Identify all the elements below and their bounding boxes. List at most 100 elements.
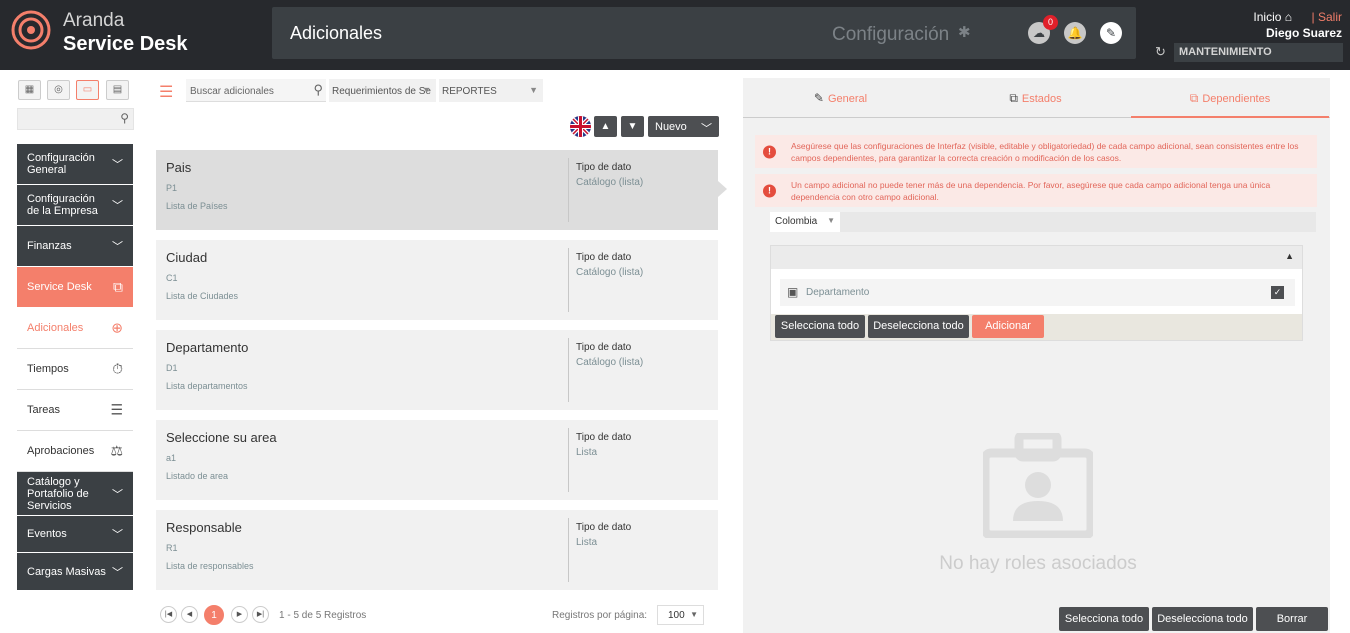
config-link[interactable]: Configuración xyxy=(832,24,949,46)
list-item[interactable]: Departamento D1 Lista departamentos Tipo… xyxy=(156,330,718,410)
top-bar: Aranda Service Desk Adicionales Configur… xyxy=(0,0,1350,70)
country-value: Colombia xyxy=(775,216,818,227)
magic-wand-icon[interactable]: ✎ xyxy=(1100,22,1122,44)
item-name: Responsable xyxy=(166,520,242,535)
sidebar-item-label: Eventos xyxy=(27,528,67,540)
search-input[interactable]: Buscar adicionales xyxy=(190,86,274,97)
caret-down-icon: ▼ xyxy=(422,85,431,95)
sidebar-item-cargas-masivas[interactable]: Cargas Masivas ﹀ xyxy=(17,553,133,591)
sidebar-item-label: Tiempos xyxy=(27,363,69,375)
delete-button[interactable]: Borrar xyxy=(1256,607,1328,631)
sidebar-item-configuracion-general[interactable]: Configuración General ﹀ xyxy=(17,144,133,185)
user-search-icon[interactable]: ◎ xyxy=(47,80,70,100)
item-name: Departamento xyxy=(166,340,249,355)
aranda-logo-icon xyxy=(11,10,51,50)
salir-link[interactable]: | Salir xyxy=(1312,10,1342,24)
caret-up-icon[interactable]: ▲ xyxy=(1285,251,1294,261)
tab-general[interactable]: ✎ General xyxy=(743,78,938,118)
per-page-label: Registros por página: xyxy=(552,610,648,621)
server-icon[interactable]: ▤ xyxy=(106,80,129,100)
notification-badge: 0 xyxy=(1043,15,1058,30)
sidebar-search[interactable]: ⚲ xyxy=(17,108,134,130)
list-item[interactable]: Ciudad C1 Lista de Ciudades Tipo de dato… xyxy=(156,240,718,320)
item-code: D1 xyxy=(166,363,178,373)
item-code: a1 xyxy=(166,453,177,463)
list-item[interactable]: Seleccione su area a1 Listado de area Ti… xyxy=(156,420,718,500)
uk-flag-icon[interactable] xyxy=(570,116,591,137)
sidebar-item-label: Cargas Masivas xyxy=(27,565,106,578)
sidebar-item-aprobaciones[interactable]: Aprobaciones ⚖ xyxy=(17,431,133,472)
edit-icon: ✎ xyxy=(813,91,824,105)
divider xyxy=(568,248,569,312)
tab-estados[interactable]: ⧉ Estados xyxy=(938,78,1133,118)
detail-tabs: ✎ General ⧉ Estados ⧉ Dependientes xyxy=(743,78,1330,118)
selected-arrow xyxy=(718,181,727,197)
panel-footer: Selecciona todo Deselecciona todo Adicio… xyxy=(771,314,1302,340)
dependency-panel: ▲ ▣ Departamento ✓ Selecciona todo Desel… xyxy=(770,245,1303,341)
deselect-all-button[interactable]: Deselecciona todo xyxy=(1152,607,1253,631)
gear-icon[interactable]: ✱ xyxy=(958,23,971,41)
sidebar-item-eventos[interactable]: Eventos ﹀ xyxy=(17,516,133,553)
refresh-icon[interactable]: ↻ xyxy=(1155,44,1166,60)
sidebar-item-label: Finanzas xyxy=(27,240,72,252)
caret-down-icon: ▼ xyxy=(827,216,835,225)
filter-reportes[interactable]: REPORTES ▼ xyxy=(439,79,543,102)
inicio-label: Inicio xyxy=(1253,10,1282,24)
sidebar-item-adicionales[interactable]: Adicionales ⊕ xyxy=(17,308,133,349)
panel-header[interactable]: ▲ xyxy=(771,246,1302,269)
item-desc: Lista de Ciudades xyxy=(166,291,239,301)
tab-label: Estados xyxy=(1021,93,1062,105)
country-select[interactable]: Colombia ▼ xyxy=(770,212,840,232)
new-label: Nuevo xyxy=(655,121,687,133)
bell-icon[interactable]: 🔔 xyxy=(1064,22,1086,44)
hamburger-icon[interactable]: ☰ xyxy=(159,82,173,102)
warning-icon: ! xyxy=(763,184,776,197)
item-type: Lista xyxy=(576,447,598,458)
list-item[interactable]: Responsable R1 Lista de responsables Tip… xyxy=(156,510,718,590)
select-all-button[interactable]: Selecciona todo xyxy=(1059,607,1149,631)
last-page-button[interactable]: ▶| xyxy=(252,606,269,623)
inicio-link[interactable]: Inicio ⌂ xyxy=(1253,10,1292,24)
list-item[interactable]: ▣ Departamento ✓ xyxy=(780,279,1295,306)
search-icon[interactable]: ⚲ xyxy=(313,82,323,98)
divider xyxy=(568,338,569,402)
monitor-icon[interactable]: ▭ xyxy=(76,80,99,100)
tab-dependientes[interactable]: ⧉ Dependientes xyxy=(1131,78,1329,118)
prev-page-button[interactable]: ◀ xyxy=(181,606,198,623)
move-down-button[interactable]: ▼ xyxy=(621,116,644,137)
sidebar-item-tareas[interactable]: Tareas ☰ xyxy=(17,390,133,431)
project-selector[interactable]: MANTENIMIENTO xyxy=(1174,43,1343,62)
first-page-button[interactable]: |◀ xyxy=(160,606,177,623)
sidebar-item-tiempos[interactable]: Tiempos ⏱ xyxy=(17,349,133,390)
divider xyxy=(568,428,569,492)
item-name: Ciudad xyxy=(166,250,208,265)
sidebar-item-service-desk[interactable]: Service Desk ⧉ xyxy=(17,267,133,308)
search-box[interactable]: Buscar adicionales ⚲ xyxy=(186,79,326,102)
move-up-button[interactable]: ▲ xyxy=(594,116,617,137)
sidebar-item-catalogo[interactable]: Catálogo y Portafolio de Servicios ﹀ xyxy=(17,472,133,516)
checkbox[interactable]: ✓ xyxy=(1271,286,1284,299)
filter-requerimientos[interactable]: Requerimientos de Se ▼ xyxy=(329,79,436,102)
item-desc: Listado de area xyxy=(166,471,229,481)
current-page[interactable]: 1 xyxy=(204,605,224,625)
page-title: Adicionales xyxy=(290,23,383,43)
sidebar-item-configuracion-empresa[interactable]: Configuración de la Empresa ﹀ xyxy=(17,185,133,226)
item-code: C1 xyxy=(166,273,178,283)
grid-icon[interactable]: ▦ xyxy=(18,80,41,100)
id-badge-icon xyxy=(980,430,1096,540)
item-desc: Lista de Países xyxy=(166,201,228,211)
chevron-down-icon: ﹀ xyxy=(112,241,123,253)
detail-panel: ✎ General ⧉ Estados ⧉ Dependientes ! Asegúr… xyxy=(743,78,1330,633)
add-button[interactable]: Adicionar xyxy=(972,315,1044,338)
item-code: P1 xyxy=(166,183,178,193)
new-button[interactable]: Nuevo ﹀ xyxy=(648,116,719,137)
item-type: Catálogo (lista) xyxy=(576,357,644,368)
per-page-select[interactable]: 100 ▼ xyxy=(657,605,704,625)
sidebar-icon-row: ▦ ◎ ▭ ▤ xyxy=(17,78,134,106)
sidebar-item-label: Configuración General xyxy=(27,152,95,176)
list-item[interactable]: Pais P1 Lista de Países Tipo de dato Cat… xyxy=(156,150,718,230)
sidebar-item-finanzas[interactable]: Finanzas ﹀ xyxy=(17,226,133,267)
select-all-button[interactable]: Selecciona todo xyxy=(775,315,865,338)
next-page-button[interactable]: ▶ xyxy=(231,606,248,623)
deselect-all-button[interactable]: Deselecciona todo xyxy=(868,315,969,338)
